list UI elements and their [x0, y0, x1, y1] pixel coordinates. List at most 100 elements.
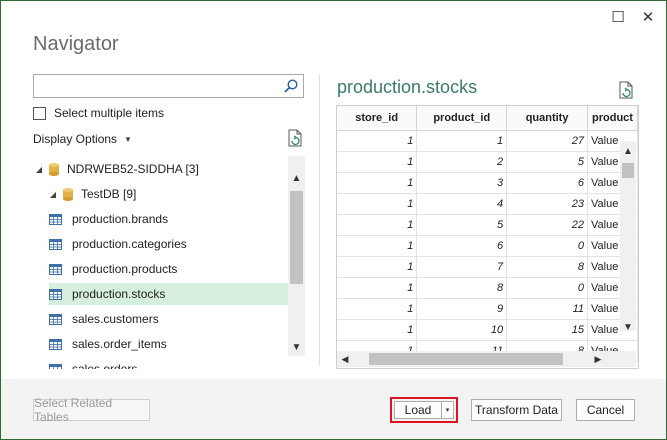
table-cell: 8	[506, 256, 588, 278]
scroll-up-icon[interactable]: ▲	[288, 170, 305, 186]
tree-database-label: TestDB [9]	[81, 187, 137, 201]
table-icon	[49, 263, 62, 275]
column-header[interactable]: store_id	[337, 106, 418, 131]
tree-scrollbar[interactable]: ▲ ▼	[288, 156, 305, 356]
search-input[interactable]	[34, 75, 282, 97]
expand-icon[interactable]: ◢	[33, 165, 45, 174]
scrollbar-corner	[620, 351, 636, 367]
table-row: 1 7 8 Value	[337, 256, 638, 278]
tree-database-node[interactable]: ◢ TestDB [9]	[47, 183, 289, 205]
tree-server-node[interactable]: ◢ NDRWEB52-SIDDHA [3]	[33, 158, 289, 180]
table-cell: 11	[506, 298, 588, 320]
preview-grid: store_id product_id quantity product 1 1 27 Va…	[336, 105, 639, 369]
table-icon	[49, 313, 62, 325]
table-icon	[49, 238, 62, 250]
display-options-dropdown[interactable]: Display Options ▼	[33, 132, 132, 146]
load-button[interactable]: Load	[394, 401, 442, 419]
preview-vertical-scrollbar[interactable]: ▲ ▼	[620, 141, 636, 333]
table-cell: 6	[506, 172, 588, 194]
tree-table-item[interactable]: production.products	[49, 258, 289, 280]
scrollbar-thumb[interactable]	[290, 191, 303, 284]
close-icon[interactable]: ✕	[637, 7, 659, 27]
table-cell: 27	[506, 130, 588, 152]
table-row: 1 10 15 Value	[337, 319, 638, 341]
navigator-tree: ◢ NDRWEB52-SIDDHA [3] ◢ TestDB [9] produ…	[33, 156, 289, 369]
table-icon	[49, 288, 62, 300]
table-cell: 1	[337, 298, 418, 320]
column-header[interactable]: product	[587, 106, 638, 131]
tree-table-item[interactable]: sales.customers	[49, 308, 289, 330]
table-cell: 1	[337, 214, 418, 236]
table-row: 1 2 5 Value	[337, 151, 638, 173]
table-row: 1 1 27 Value	[337, 130, 638, 152]
table-icon	[49, 338, 62, 350]
search-icon[interactable]	[283, 78, 299, 94]
tree-table-item[interactable]: production.stocks	[49, 283, 289, 305]
table-cell: 6	[416, 235, 508, 257]
scrollbar-thumb[interactable]	[369, 353, 563, 365]
tree-table-label: production.categories	[72, 237, 187, 251]
table-cell: 1	[416, 130, 508, 152]
tree-table-item[interactable]: sales.orders	[49, 358, 289, 369]
scroll-down-icon[interactable]: ▼	[620, 319, 636, 335]
load-button-highlight: Load ▾	[390, 397, 458, 423]
refresh-icon[interactable]	[287, 129, 303, 147]
table-cell: 4	[416, 193, 508, 215]
tree-table-item[interactable]: production.brands	[49, 208, 289, 230]
table-row: 1 3 6 Value	[337, 172, 638, 194]
table-row: 1 9 11 Value	[337, 298, 638, 320]
tree-table-item[interactable]: sales.order_items	[49, 333, 289, 355]
table-cell: 15	[506, 319, 588, 341]
preview-horizontal-scrollbar[interactable]: ◀ ▶	[337, 351, 620, 367]
select-multiple-checkbox[interactable]	[33, 106, 46, 120]
table-cell: 8	[416, 277, 508, 299]
tree-table-label: sales.customers	[72, 312, 159, 326]
expand-icon[interactable]: ◢	[47, 190, 59, 199]
tree-table-item[interactable]: production.categories	[49, 233, 289, 255]
table-cell: 0	[506, 235, 588, 257]
tree-table-label: production.products	[72, 262, 178, 276]
table-cell: 23	[506, 193, 588, 215]
tree-table-label: sales.orders	[72, 362, 138, 369]
search-box[interactable]	[33, 74, 304, 98]
table-cell: 2	[416, 151, 508, 173]
display-options-label: Display Options	[33, 132, 118, 146]
table-cell: 0	[506, 277, 588, 299]
table-cell: 1	[337, 172, 418, 194]
scrollbar-thumb[interactable]	[622, 163, 634, 178]
table-row: 1 6 0 Value	[337, 235, 638, 257]
table-cell: 1	[337, 235, 418, 257]
table-cell: 1	[337, 319, 418, 341]
scroll-up-icon[interactable]: ▲	[620, 143, 636, 159]
table-cell: 22	[506, 214, 588, 236]
preview-title: production.stocks	[337, 77, 478, 97]
select-related-tables-button[interactable]: Select Related Tables	[33, 396, 150, 424]
scroll-left-icon[interactable]: ◀	[337, 351, 353, 367]
table-cell: 1	[337, 256, 418, 278]
table-row: 1 8 0 Value	[337, 277, 638, 299]
maximize-icon[interactable]: ☐	[607, 7, 629, 27]
tree-table-label: sales.order_items	[72, 337, 167, 351]
dialog-title: Navigator	[33, 33, 119, 55]
table-row: 1 4 23 Value	[337, 193, 638, 215]
load-dropdown-icon[interactable]: ▾	[442, 401, 454, 419]
scroll-down-icon[interactable]: ▼	[288, 339, 305, 355]
database-icon	[63, 187, 73, 201]
select-multiple-row[interactable]: Select multiple items	[33, 106, 164, 120]
column-header[interactable]: quantity	[506, 106, 588, 131]
chevron-down-icon: ▼	[124, 134, 132, 144]
table-cell: 9	[416, 298, 508, 320]
select-multiple-label: Select multiple items	[54, 106, 165, 120]
refresh-preview-icon[interactable]	[618, 81, 634, 99]
table-cell: 1	[337, 151, 418, 173]
table-cell: 1	[337, 130, 418, 152]
cancel-button[interactable]: Cancel	[576, 399, 635, 421]
transform-data-button[interactable]: Transform Data	[471, 399, 562, 421]
scroll-right-icon[interactable]: ▶	[590, 351, 606, 367]
column-header[interactable]: product_id	[416, 106, 508, 131]
tree-table-label: production.brands	[72, 212, 169, 226]
table-cell: 5	[416, 214, 508, 236]
navigator-dialog: ☐ ✕ Navigator Select multiple items Disp…	[0, 0, 667, 440]
pane-divider	[319, 74, 320, 366]
table-icon	[49, 213, 62, 225]
